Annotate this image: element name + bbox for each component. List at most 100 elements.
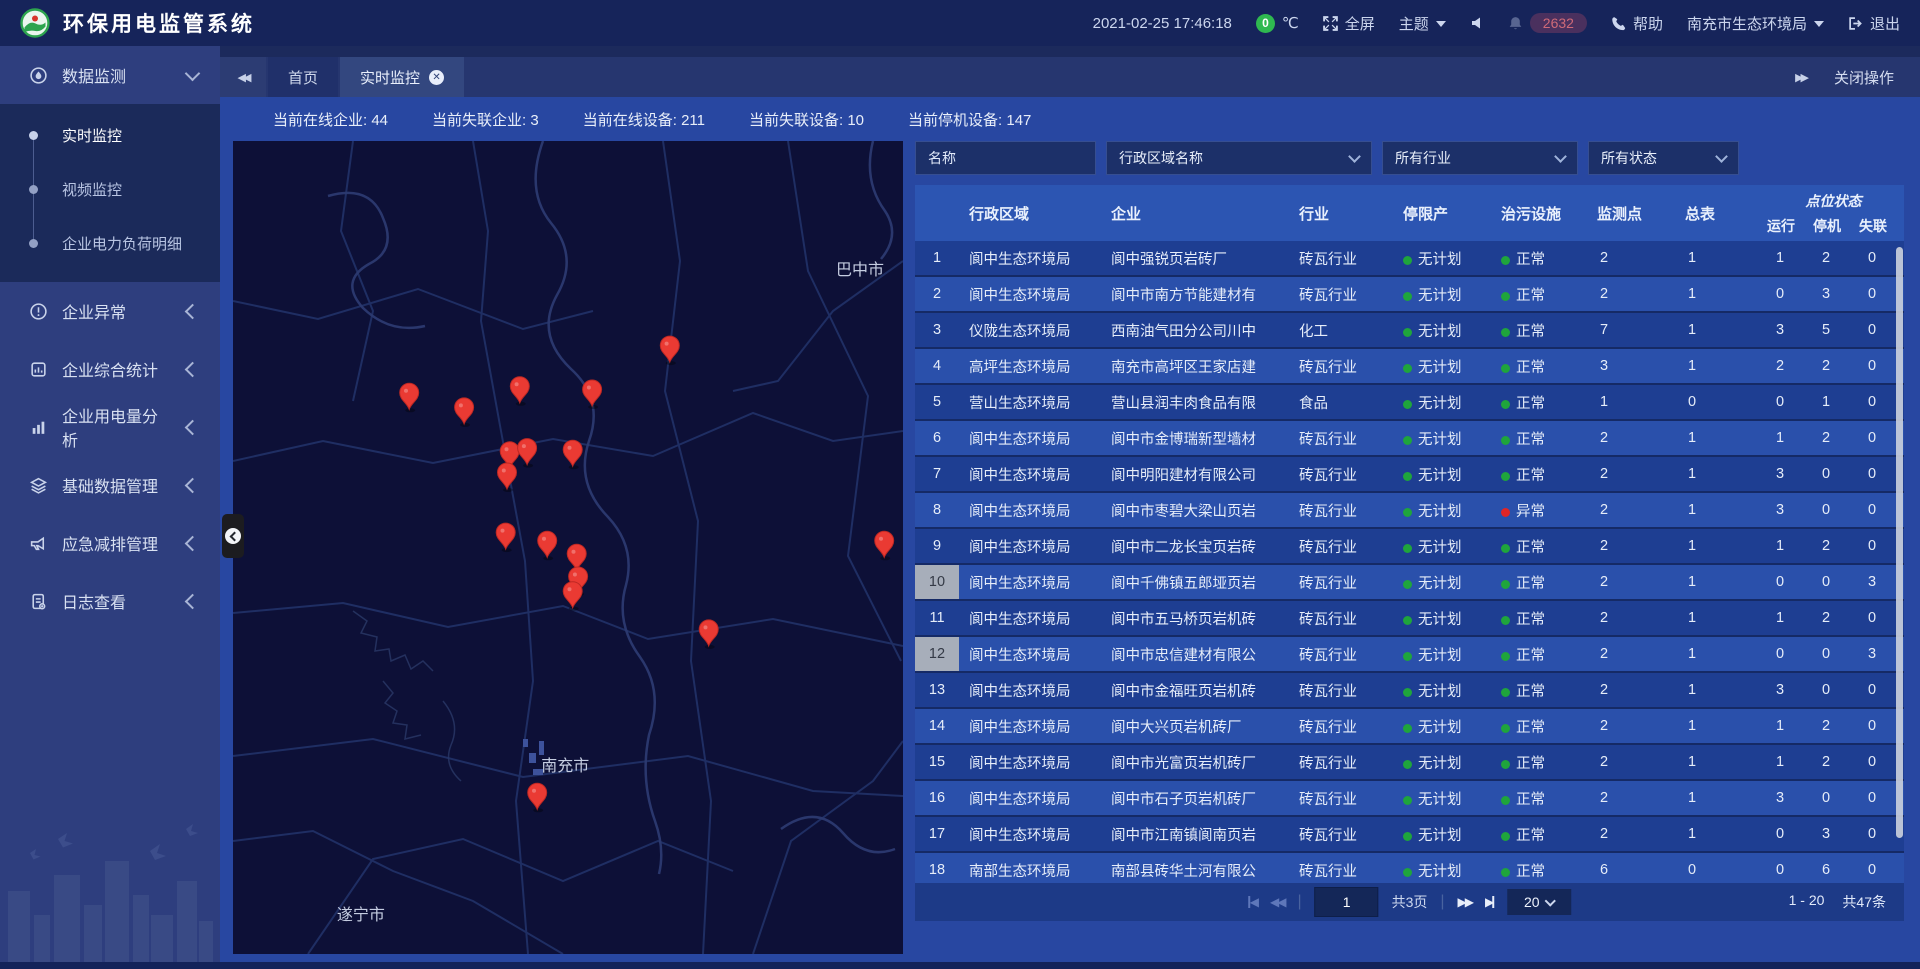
map-canvas[interactable]: 巴中市南充市遂宁市 [233, 141, 903, 954]
company-cell: 阆中市金博瑞新型墙材 [1101, 428, 1289, 449]
sidebar-item-enterprise-abnormal[interactable]: 企业异常 [0, 282, 220, 340]
exit-label: 退出 [1870, 13, 1900, 34]
close-operations-button[interactable]: 关闭操作 [1834, 67, 1894, 88]
run-count-cell: 0 [1763, 646, 1809, 662]
table-row[interactable]: 14阆中生态环境局阆中大兴页岩机砖厂砖瓦行业无计划正常21120 [915, 709, 1904, 745]
run-count-cell: 1 [1763, 610, 1809, 626]
table-row[interactable]: 12阆中生态环境局阆中市忠信建材有限公砖瓦行业无计划正常21003 [915, 637, 1904, 673]
table-row[interactable]: 17阆中生态环境局阆中市江南镇阆南页岩砖瓦行业无计划正常21030 [915, 817, 1904, 853]
sidebar-item-label: 基础数据管理 [62, 473, 173, 497]
halt-count-cell: 3 [1809, 826, 1855, 842]
stat-value: 10 [847, 112, 864, 129]
status-select-value: 所有状态 [1601, 148, 1657, 168]
exit-button[interactable]: 退出 [1848, 13, 1900, 34]
status-dot-icon [1403, 832, 1412, 841]
fullscreen-button[interactable]: 全屏 [1323, 13, 1375, 34]
tab-scroll-right-button[interactable]: ▶▶ [1795, 71, 1806, 84]
tab-scroll-left-button[interactable]: ◀◀ [220, 57, 266, 97]
sidebar-item-label: 日志查看 [62, 589, 173, 613]
table-scrollbar[interactable] [1896, 247, 1903, 838]
status-stat: 当前停机设备: 147 [908, 109, 1031, 130]
meters-cell: 1 [1675, 718, 1763, 734]
next-page-button[interactable]: ▶▶ [1458, 895, 1472, 909]
col-header-company: 企业 [1101, 185, 1289, 241]
sidebar-item-base-data[interactable]: 基础数据管理 [0, 456, 220, 514]
table-body: 1阆中生态环境局阆中强锐页岩砖厂砖瓦行业无计划正常211202阆中生态环境局阆中… [915, 241, 1904, 883]
industry-cell: 砖瓦行业 [1289, 644, 1393, 665]
notifications[interactable]: 2632 [1508, 13, 1587, 33]
row-index-cell: 2 [915, 277, 959, 311]
col-header-meters: 总表 [1675, 185, 1763, 241]
sound-toggle[interactable] [1470, 16, 1484, 30]
last-page-button[interactable]: ▶ [1485, 895, 1494, 909]
table-row[interactable]: 3仪陇生态环境局西南油气田分公司川中化工无计划正常71350 [915, 313, 1904, 349]
stat-value: 3 [530, 112, 538, 129]
tab-realtime-monitor[interactable]: 实时监控 ✕ [340, 57, 464, 97]
table-row[interactable]: 2阆中生态环境局阆中市南方节能建材有砖瓦行业无计划正常21030 [915, 277, 1904, 313]
status-dot-icon [1501, 832, 1510, 841]
table-row[interactable]: 13阆中生态环境局阆中市金福旺页岩机砖砖瓦行业无计划正常21300 [915, 673, 1904, 709]
industry-cell: 砖瓦行业 [1289, 572, 1393, 593]
sidebar-item-data-monitor[interactable]: 数据监测 [0, 46, 220, 104]
halt-count-cell: 2 [1809, 754, 1855, 770]
region-select[interactable]: 行政区域名称 [1106, 141, 1372, 175]
sidebar-item-power-analysis[interactable]: 企业用电量分析 [0, 398, 220, 456]
sidebar-subitem-实时监控[interactable]: 实时监控 [0, 108, 220, 162]
sidebar-item-emergency[interactable]: 应急减排管理 [0, 514, 220, 572]
row-index-cell: 16 [915, 781, 959, 815]
sidebar-collapse-button[interactable] [222, 514, 244, 558]
meters-cell: 1 [1675, 430, 1763, 446]
name-search-input[interactable] [915, 141, 1096, 175]
org-dropdown[interactable]: 南充市生态环境局 [1687, 13, 1824, 34]
status-dot-icon [1403, 688, 1412, 697]
status-select[interactable]: 所有状态 [1588, 141, 1739, 175]
status-dot-icon [1403, 328, 1412, 337]
theme-dropdown[interactable]: 主题 [1399, 13, 1446, 34]
sidebar-subitem-企业电力负荷明细[interactable]: 企业电力负荷明细 [0, 216, 220, 270]
region-cell: 阆中生态环境局 [959, 572, 1101, 593]
sidebar-item-enterprise-stats[interactable]: 企业综合统计 [0, 340, 220, 398]
table-row[interactable]: 18南部生态环境局南部县砖华土河有限公砖瓦行业无计划正常60060 [915, 853, 1904, 883]
org-label: 南充市生态环境局 [1687, 13, 1807, 34]
help-button[interactable]: 帮助 [1611, 13, 1663, 34]
stop-status-cell: 无计划 [1393, 464, 1491, 485]
prev-page-button[interactable]: ◀◀ [1270, 895, 1284, 909]
sidebar-subitem-视频监控[interactable]: 视频监控 [0, 162, 220, 216]
table-row[interactable]: 1阆中生态环境局阆中强锐页岩砖厂砖瓦行业无计划正常21120 [915, 241, 1904, 277]
table-row[interactable]: 7阆中生态环境局阆中明阳建材有限公司砖瓦行业无计划正常21300 [915, 457, 1904, 493]
meters-cell: 1 [1675, 682, 1763, 698]
region-select-value: 行政区域名称 [1119, 148, 1203, 168]
stop-status-cell: 无计划 [1393, 392, 1491, 413]
table-row[interactable]: 6阆中生态环境局阆中市金博瑞新型墙材砖瓦行业无计划正常21120 [915, 421, 1904, 457]
table-row[interactable]: 15阆中生态环境局阆中市光富页岩机砖厂砖瓦行业无计划正常21120 [915, 745, 1904, 781]
industry-select[interactable]: 所有行业 [1382, 141, 1578, 175]
table-row[interactable]: 8阆中生态环境局阆中市枣碧大梁山页岩砖瓦行业无计划异常21300 [915, 493, 1904, 529]
first-page-button[interactable]: ◀ [1248, 895, 1257, 909]
row-index-cell: 9 [915, 529, 959, 563]
halt-count-cell: 2 [1809, 610, 1855, 626]
page-size-select[interactable]: 20 [1507, 889, 1571, 915]
stop-status-cell: 无计划 [1393, 680, 1491, 701]
notification-count-badge: 2632 [1530, 13, 1587, 33]
company-cell: 阆中千佛镇五郎垭页岩 [1101, 572, 1289, 593]
chart-icon [28, 417, 48, 437]
status-dot-icon [1501, 760, 1510, 769]
table-row[interactable]: 4高坪生态环境局南充市高坪区王家店建砖瓦行业无计划正常31220 [915, 349, 1904, 385]
col-header-halt: 停机 [1809, 211, 1855, 241]
sidebar: 数据监测实时监控视频监控企业电力负荷明细企业异常企业综合统计企业用电量分析基础数… [0, 46, 220, 969]
page-number-input[interactable] [1315, 887, 1379, 917]
points-cell: 2 [1587, 682, 1675, 698]
map-panel[interactable]: 巴中市南充市遂宁市 [233, 141, 903, 954]
close-tab-icon[interactable]: ✕ [429, 70, 444, 85]
table-row[interactable]: 9阆中生态环境局阆中市二龙长宝页岩砖砖瓦行业无计划正常21120 [915, 529, 1904, 565]
status-dot-icon [1403, 400, 1412, 409]
fullscreen-label: 全屏 [1345, 13, 1375, 34]
table-row[interactable]: 16阆中生态环境局阆中市石子页岩机砖厂砖瓦行业无计划正常21300 [915, 781, 1904, 817]
halt-count-cell: 0 [1809, 790, 1855, 806]
table-row[interactable]: 10阆中生态环境局阆中千佛镇五郎垭页岩砖瓦行业无计划正常21003 [915, 565, 1904, 601]
table-row[interactable]: 11阆中生态环境局阆中市五马桥页岩机砖砖瓦行业无计划正常21120 [915, 601, 1904, 637]
halt-count-cell: 2 [1809, 718, 1855, 734]
tab-home[interactable]: 首页 [268, 57, 338, 97]
table-row[interactable]: 5营山生态环境局营山县润丰肉食品有限食品无计划正常10010 [915, 385, 1904, 421]
sidebar-item-logs[interactable]: 日志查看 [0, 572, 220, 630]
